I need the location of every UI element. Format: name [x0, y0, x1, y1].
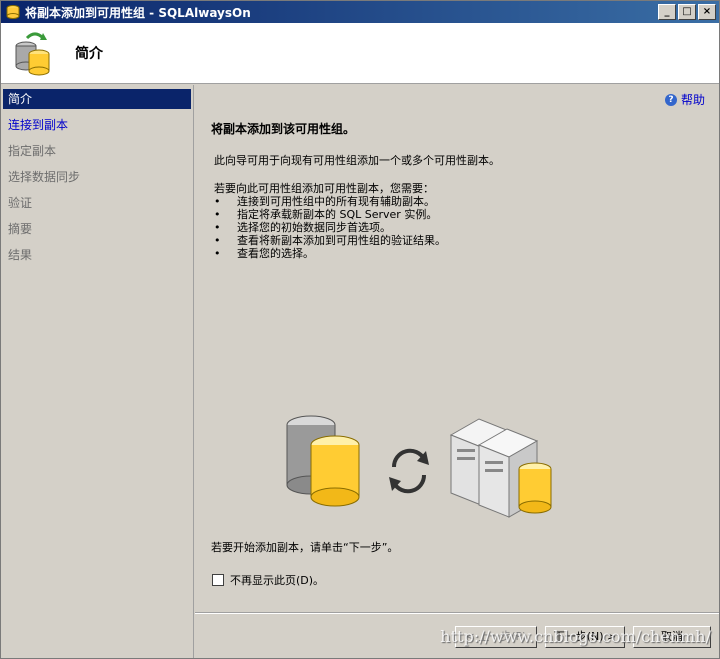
list-item: • 查看您的选择。 [214, 247, 446, 260]
window-title: 将副本添加到可用性组 - SQLAlwaysOn [25, 6, 251, 20]
list-item: • 查看将新副本添加到可用性组的验证结果。 [214, 234, 446, 247]
list-item-text: 查看将新副本添加到可用性组的验证结果。 [237, 234, 446, 247]
bullet-glyph: • [214, 221, 221, 234]
database-sync-icon [15, 32, 50, 76]
server-icon [449, 418, 552, 518]
sidebar-item-summary: 摘要 [8, 222, 33, 236]
wizard-content: ? 帮助 将副本添加到该可用性组。 此向导可用于向现有可用性组添加一个或多个可用… [195, 85, 719, 658]
list-item-text: 选择您的初始数据同步首选项。 [237, 221, 391, 234]
title-bar[interactable]: 将副本添加到可用性组 - SQLAlwaysOn _ □ × [1, 1, 719, 23]
sidebar-item-validation: 验证 [8, 196, 33, 210]
requirements-list: • 连接到可用性组中的所有现有辅助副本。 • 指定将承载新副本的 SQL Serve… [214, 195, 446, 260]
database-add-icon [6, 5, 20, 19]
page-heading: 将副本添加到该可用性组。 [211, 122, 356, 136]
page-title: 简介 [75, 46, 103, 62]
next-hint-text: 若要开始添加副本，请单击“下一步”。 [211, 541, 399, 554]
list-item: • 选择您的初始数据同步首选项。 [214, 221, 446, 234]
dont-show-checkbox[interactable] [212, 574, 224, 586]
list-item-text: 连接到可用性组中的所有现有辅助副本。 [237, 195, 435, 208]
watermark-url: http://www.cnblogs.com/chenmh/ [440, 627, 711, 646]
wizard-header: 简介 [1, 23, 719, 84]
list-item: • 指定将承载新副本的 SQL Server 实例。 [214, 208, 446, 221]
sidebar-item-intro[interactable]: 简介 [3, 89, 191, 109]
sidebar-item-specify-replicas: 指定副本 [8, 144, 57, 158]
minimize-button[interactable]: _ [658, 4, 676, 20]
dont-show-again-option[interactable]: 不再显示此页(D)。 [212, 572, 324, 588]
wizard-window: 将副本添加到可用性组 - SQLAlwaysOn _ □ × 简介 简介 连接到… [0, 0, 720, 659]
help-icon: ? [664, 93, 677, 106]
bullet-glyph: • [214, 195, 221, 208]
help-label: 帮助 [680, 93, 705, 107]
window-controls: _ □ × [658, 4, 716, 20]
dont-show-label: 不再显示此页(D)。 [230, 574, 325, 587]
sync-icon [389, 448, 429, 494]
intro-text: 此向导可用于向现有可用性组添加一个或多个可用性副本。 [214, 154, 500, 167]
list-item: • 连接到可用性组中的所有现有辅助副本。 [214, 195, 446, 208]
list-item-text: 指定将承载新副本的 SQL Server 实例。 [237, 208, 438, 221]
sidebar-item-data-sync: 选择数据同步 [8, 170, 81, 184]
footer-divider [195, 612, 719, 614]
database-icon [286, 415, 360, 507]
bullet-glyph: • [214, 247, 221, 260]
bullet-glyph: • [214, 234, 221, 247]
close-button[interactable]: × [698, 4, 716, 20]
sidebar-item-connect[interactable]: 连接到副本 [3, 115, 191, 135]
list-item-text: 查看您的选择。 [237, 247, 314, 260]
bullet-glyph: • [214, 208, 221, 221]
help-link[interactable]: ? 帮助 [664, 91, 705, 108]
sidebar-item-results: 结果 [8, 248, 33, 262]
wizard-steps-sidebar: 简介 连接到副本 指定副本 选择数据同步 验证 摘要 结果 [1, 85, 194, 658]
replica-illustration [286, 415, 552, 518]
requirements-title: 若要向此可用性组添加可用性副本，您需要： [214, 182, 434, 195]
maximize-button[interactable]: □ [678, 4, 696, 20]
